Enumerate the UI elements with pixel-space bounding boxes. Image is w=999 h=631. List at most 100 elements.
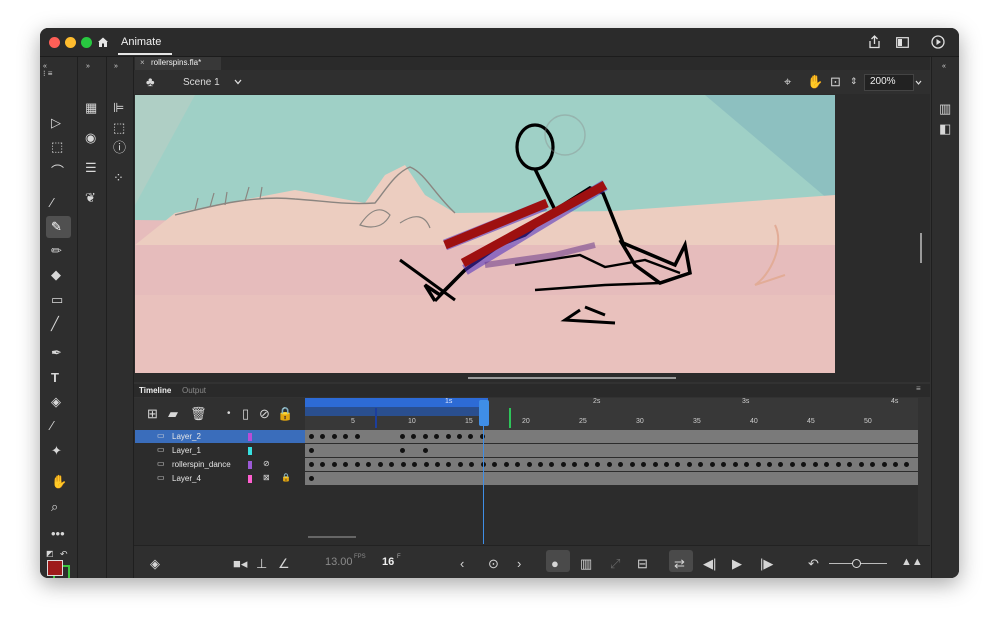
keyframe[interactable]	[904, 462, 910, 467]
keyframe[interactable]	[331, 462, 337, 467]
layer-row-layer-2[interactable]: ▭ Layer_2	[135, 430, 305, 443]
keyframe[interactable]	[595, 462, 601, 467]
expand-panel-icon-2[interactable]: »	[114, 60, 118, 74]
keyframe[interactable]	[560, 462, 566, 467]
new-layer-icon[interactable]: ⊞	[147, 407, 158, 421]
layer-depth-icon[interactable]: ◈	[150, 556, 160, 572]
components-panel-icon[interactable]: ◧	[939, 122, 951, 136]
lock-icon[interactable]: 🔒	[281, 473, 291, 482]
selected-span-bar[interactable]	[305, 398, 488, 407]
keyframe[interactable]	[515, 462, 521, 467]
keyframe[interactable]	[434, 462, 440, 467]
pin-tool-icon[interactable]: ✦	[51, 444, 62, 458]
frame-ruler[interactable]: 1s 2s 3s 4s 5 10 15 20 25 30 35 40 45 50	[305, 398, 918, 430]
keyframe[interactable]	[801, 462, 807, 467]
hide-layers-icon[interactable]: ⊘	[259, 407, 270, 421]
keyframe[interactable]	[503, 462, 509, 467]
hand-tool-icon[interactable]: ✋	[51, 475, 67, 489]
delete-layer-icon[interactable]: 🗑	[190, 407, 207, 421]
highlight-layers-icon[interactable]: •	[227, 407, 231, 421]
motion-presets-icon[interactable]: ⁘	[113, 171, 124, 185]
insert-frame-icon[interactable]: ⊟	[637, 556, 648, 572]
keyframe[interactable]	[789, 462, 795, 467]
layer-color-swatch[interactable]	[248, 433, 252, 441]
keyframe[interactable]	[468, 434, 473, 439]
keyframe[interactable]	[778, 462, 784, 467]
transform-panel-icon[interactable]: ⬚	[113, 121, 125, 135]
layer-row-rollerspin-dance[interactable]: ▭ rollerspin_dance ⊘	[135, 458, 305, 471]
layer-color-swatch[interactable]	[248, 475, 252, 483]
test-movie-icon[interactable]	[931, 35, 945, 49]
properties-panel-icon[interactable]: ▦	[85, 101, 97, 115]
home-icon[interactable]	[97, 36, 109, 48]
text-tool-icon[interactable]: T	[51, 371, 59, 385]
timeline-tab[interactable]: Timeline	[139, 386, 171, 395]
output-tab[interactable]: Output	[182, 386, 206, 395]
next-keyframe-icon[interactable]: ›	[517, 556, 521, 571]
rotation-tool-icon[interactable]: ✋	[807, 75, 823, 89]
keyframe[interactable]	[423, 448, 428, 453]
keyframe[interactable]	[423, 462, 429, 467]
outline-layers-icon[interactable]: ▯	[242, 407, 249, 421]
keyframe[interactable]	[309, 448, 314, 453]
zoom-stepper-icon[interactable]: ⇕	[850, 74, 858, 88]
keyframe[interactable]	[652, 462, 658, 467]
keyframe[interactable]	[492, 462, 498, 467]
keyframe[interactable]	[721, 462, 727, 467]
keyframe[interactable]	[663, 462, 669, 467]
hidden-eye-icon[interactable]: ⊘	[263, 459, 270, 468]
timeline-scrollbar[interactable]	[308, 536, 356, 538]
previous-keyframe-icon[interactable]: ‹	[460, 556, 464, 571]
step-forward-icon[interactable]: |▶	[760, 556, 773, 572]
minimize-window-button[interactable]	[65, 37, 76, 48]
layer-color-swatch[interactable]	[248, 447, 252, 455]
keyframe[interactable]	[457, 434, 462, 439]
swap-colors-icon[interactable]: ↶	[60, 547, 68, 561]
keyframe[interactable]	[469, 462, 475, 467]
brush-tool-icon[interactable]: ✎	[51, 220, 62, 234]
eyedropper-tool-icon[interactable]: ⁄	[51, 419, 53, 433]
fluid-brush-tool-icon[interactable]: ⁄	[51, 196, 53, 210]
workspace-layout-icon[interactable]	[896, 37, 909, 48]
undo-scale-icon[interactable]: ↶	[808, 556, 819, 572]
keyframe[interactable]	[446, 462, 452, 467]
align-panel-icon[interactable]: ⊫	[113, 101, 124, 115]
keyframe[interactable]	[457, 462, 463, 467]
stroke-color-swatch[interactable]	[47, 560, 63, 576]
keyframe[interactable]	[434, 434, 439, 439]
keyframe[interactable]	[412, 462, 418, 467]
panel-menu-icon[interactable]: ⁝ ≡	[43, 67, 52, 81]
collapse-panel-icon-right[interactable]: «	[942, 60, 946, 74]
frames-rollerspin-dance[interactable]	[305, 458, 918, 471]
keyframe[interactable]	[709, 462, 715, 467]
layer-row-layer-4[interactable]: ▭ Layer_4 ⊠ 🔒	[135, 472, 305, 485]
keyframe[interactable]	[812, 462, 818, 467]
keyframe[interactable]	[755, 462, 761, 467]
keyframe[interactable]	[354, 462, 360, 467]
more-tools-icon[interactable]: •••	[51, 527, 65, 541]
scene-dropdown-icon[interactable]	[234, 79, 242, 85]
keyframe[interactable]	[320, 462, 326, 467]
graph-icon[interactable]: ∠	[278, 556, 290, 572]
keyframe[interactable]	[835, 462, 841, 467]
share-icon[interactable]	[868, 35, 881, 49]
onion-skin-start-marker[interactable]	[375, 408, 377, 428]
play-icon[interactable]: ▶	[732, 556, 742, 572]
clip-content-icon[interactable]: ⊡	[830, 75, 841, 89]
keyframe[interactable]	[629, 462, 635, 467]
keyframe[interactable]	[400, 462, 406, 467]
camera-icon[interactable]: ■◂	[233, 556, 247, 572]
keyframe[interactable]	[389, 462, 395, 467]
keyframe[interactable]	[767, 462, 772, 467]
keyframe[interactable]	[675, 462, 681, 467]
keyframe[interactable]	[606, 462, 612, 467]
timeline-menu-icon[interactable]: ≡	[916, 384, 921, 393]
keyframe[interactable]	[686, 462, 692, 467]
assets-panel-icon[interactable]: ❦	[85, 191, 96, 205]
keyframe[interactable]	[732, 462, 738, 467]
info-panel-icon[interactable]: ⓘ	[113, 141, 126, 155]
parenting-icon[interactable]: ⊥	[256, 556, 267, 572]
zoom-tool-icon[interactable]: ⌕	[51, 500, 58, 514]
playhead-handle[interactable]	[479, 400, 489, 426]
zoom-window-button[interactable]	[81, 37, 92, 48]
